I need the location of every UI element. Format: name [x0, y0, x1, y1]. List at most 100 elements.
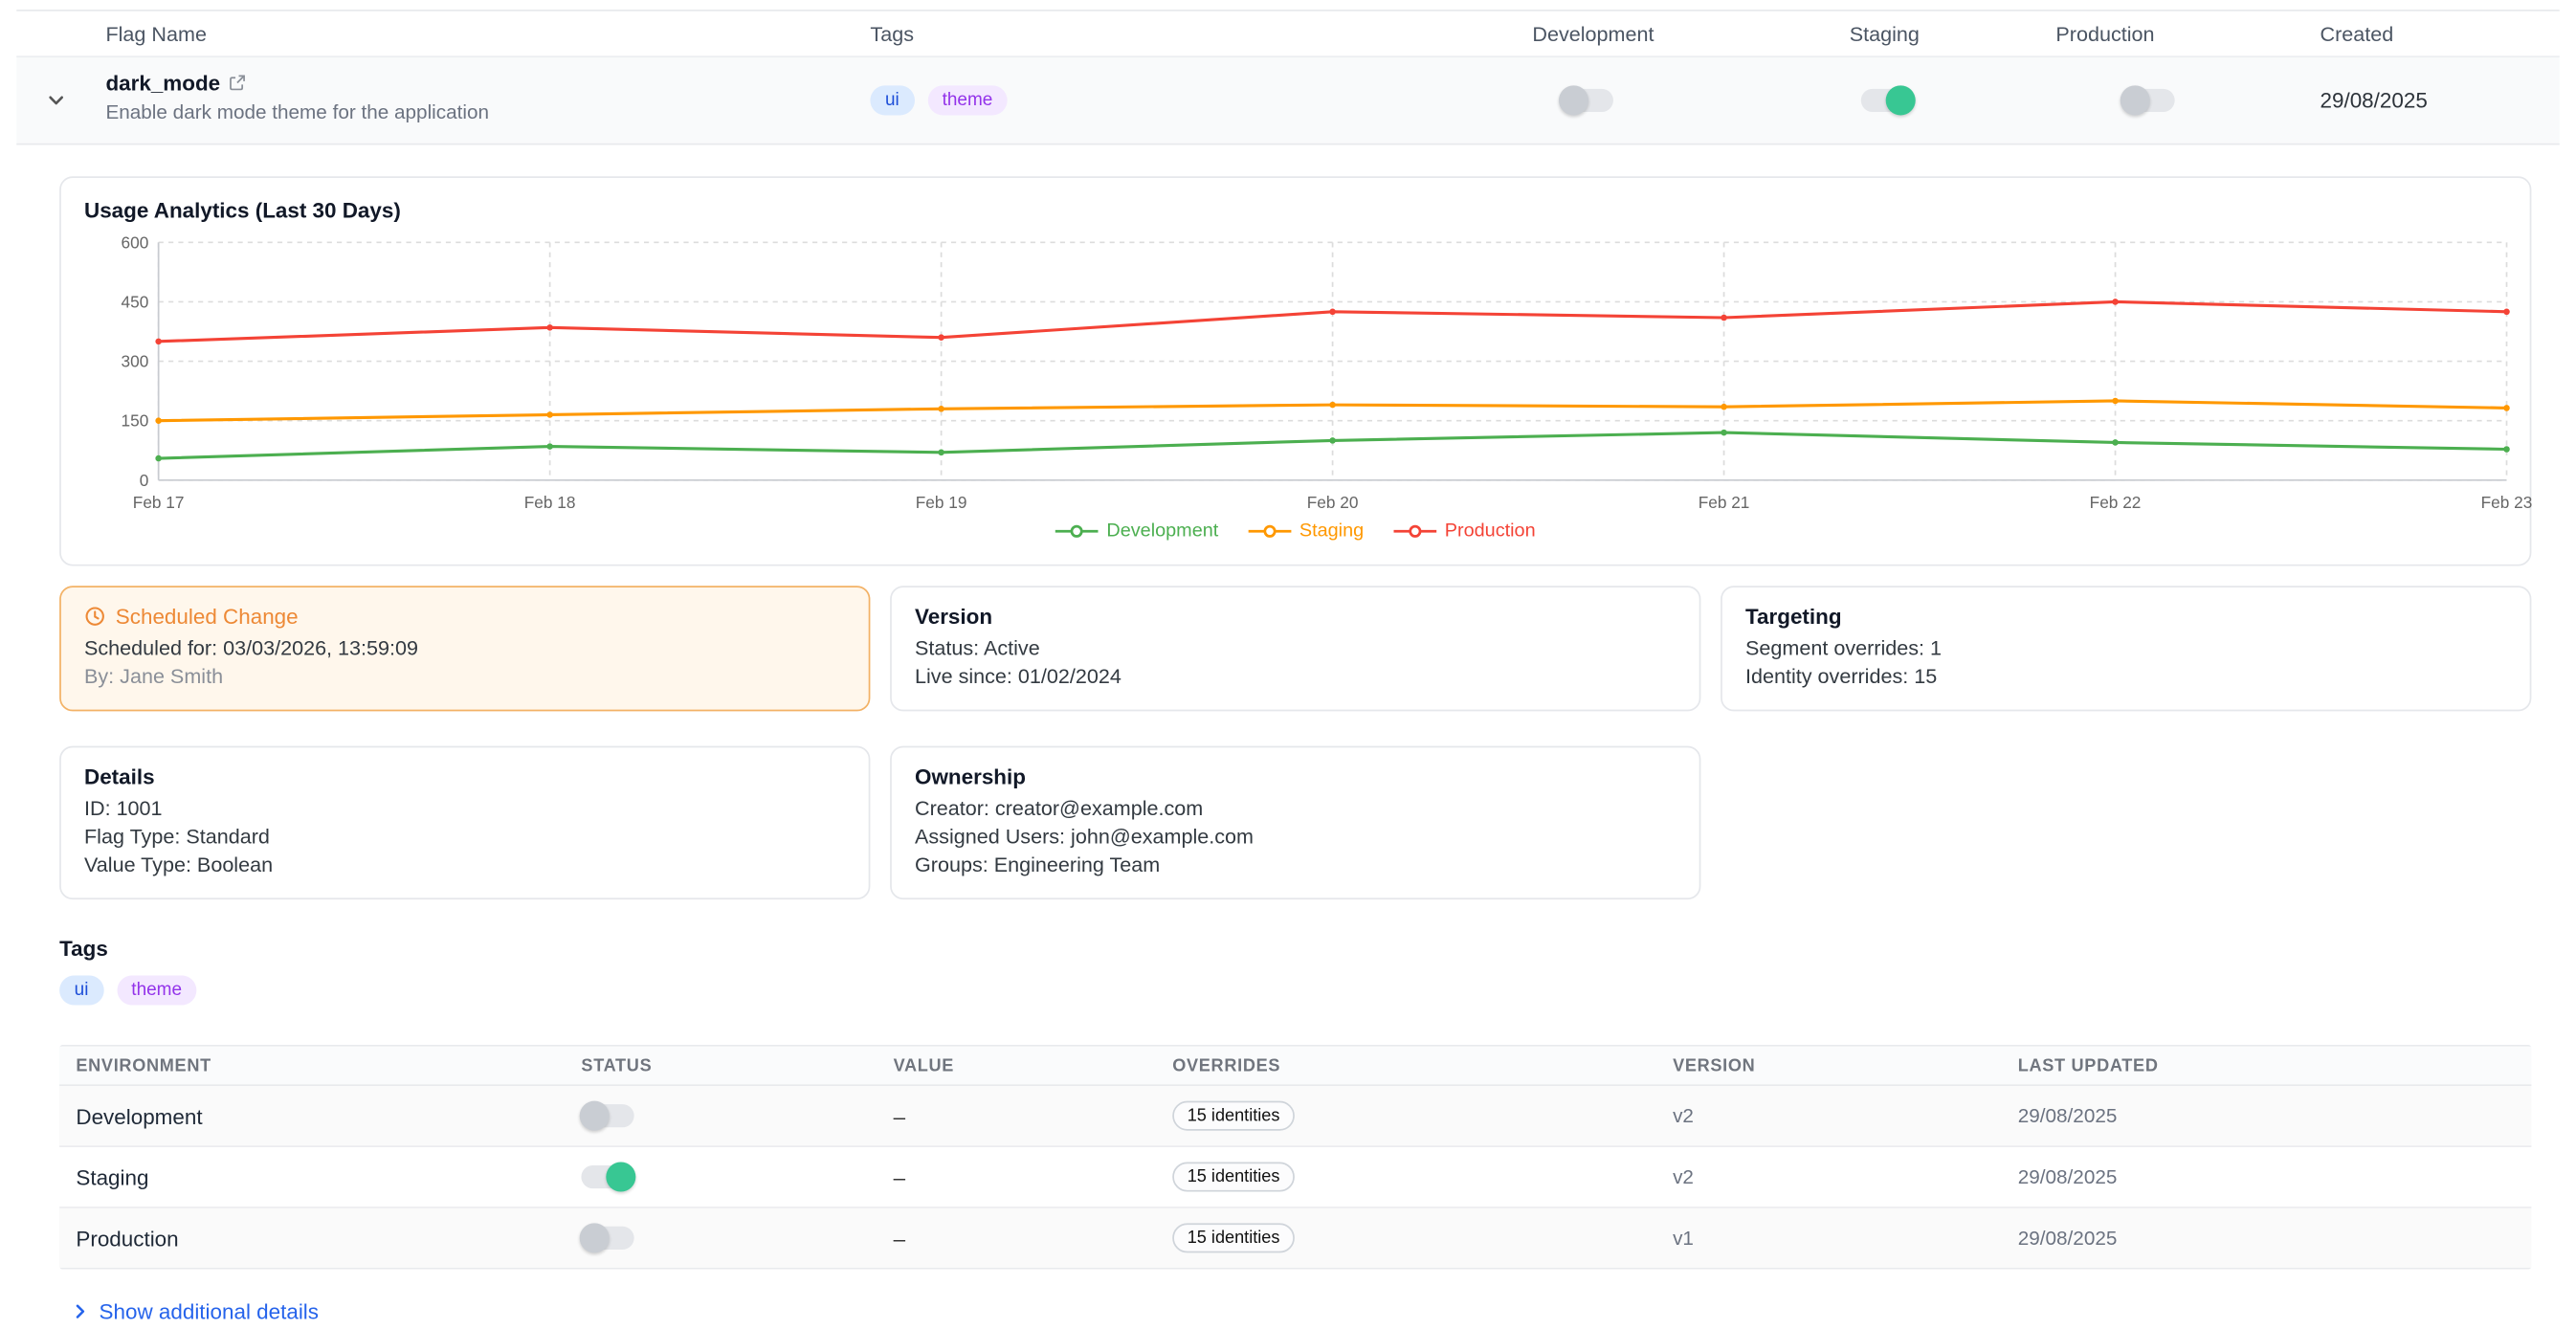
empty-cell	[1721, 746, 2531, 899]
environment-name: Staging	[59, 1164, 565, 1189]
col-created: Created	[2321, 22, 2394, 45]
usage-line-chart: 0150300450600Feb 17Feb 18Feb 19Feb 20Feb…	[84, 233, 2510, 517]
overrides-chip[interactable]: 15 identities	[1172, 1223, 1295, 1252]
scheduled-by: By: Jane Smith	[84, 665, 846, 688]
toggle-knob	[1886, 85, 1916, 115]
svg-text:Feb 23: Feb 23	[2481, 493, 2533, 512]
created-date: 29/08/2025	[2321, 88, 2428, 113]
targeting-card: Targeting Segment overrides: 1 Identity …	[1721, 586, 2531, 711]
development-status-toggle[interactable]	[581, 1104, 633, 1127]
targeting-title: Targeting	[1745, 604, 2507, 629]
svg-text:Feb 19: Feb 19	[916, 493, 967, 512]
legend-item-production[interactable]: Production	[1393, 521, 1535, 542]
info-cards-row-2: Details ID: 1001 Flag Type: Standard Val…	[59, 746, 2531, 899]
staging-toggle[interactable]	[1861, 89, 1914, 112]
svg-text:0: 0	[140, 471, 149, 490]
tag-theme: theme	[927, 85, 1008, 115]
info-cards-row-1: Scheduled Change Scheduled for: 03/03/20…	[59, 586, 2531, 711]
col-version: VERSION	[1656, 1055, 2002, 1075]
col-overrides: OVERRIDES	[1156, 1055, 1656, 1075]
groups: Groups: Engineering Team	[915, 853, 1677, 876]
show-additional-details-link[interactable]: Show additional details	[71, 1299, 319, 1324]
chevron-down-icon[interactable]	[46, 91, 66, 111]
env-row-staging: Staging – 15 identities v2 29/08/2025	[59, 1147, 2531, 1208]
ownership-title: Ownership	[915, 764, 1677, 789]
production-toggle[interactable]	[2121, 89, 2174, 112]
svg-text:300: 300	[122, 352, 149, 371]
legend-label: Staging	[1299, 521, 1364, 542]
scheduled-for: Scheduled for: 03/03/2026, 13:59:09	[84, 637, 846, 660]
staging-status-toggle[interactable]	[581, 1165, 633, 1188]
col-staging: Staging	[1850, 22, 1920, 45]
tag-ui: ui	[870, 85, 914, 115]
environment-table-header: ENVIRONMENT STATUS VALUE OVERRIDES VERSI…	[59, 1047, 2531, 1086]
col-status: STATUS	[565, 1055, 877, 1075]
svg-text:Feb 18: Feb 18	[524, 493, 576, 512]
tags-section-title: Tags	[59, 936, 2531, 961]
identity-overrides: Identity overrides: 15	[1745, 665, 2507, 688]
col-environment: ENVIRONMENT	[59, 1055, 565, 1075]
details-card: Details ID: 1001 Flag Type: Standard Val…	[59, 746, 870, 899]
overrides-chip[interactable]: 15 identities	[1172, 1162, 1295, 1191]
env-value: –	[877, 1103, 1156, 1128]
legend-label: Production	[1445, 521, 1536, 542]
flag-tags: ui theme	[870, 85, 1007, 115]
env-last-updated: 29/08/2025	[2001, 1165, 2531, 1188]
flag-name[interactable]: dark_mode	[105, 71, 220, 96]
col-value: VALUE	[877, 1055, 1156, 1075]
scheduled-change-card: Scheduled Change Scheduled for: 03/03/20…	[59, 586, 870, 711]
tags-section: ui theme	[59, 975, 2531, 1005]
flag-row[interactable]: dark_mode Enable dark mode theme for the…	[16, 55, 2559, 144]
toggle-knob	[580, 1223, 610, 1252]
env-last-updated: 29/08/2025	[2001, 1227, 2531, 1250]
flag-detail-panel: Usage Analytics (Last 30 Days) 015030045…	[0, 145, 2576, 1329]
env-version: v2	[1656, 1165, 2002, 1188]
env-last-updated: 29/08/2025	[2001, 1104, 2531, 1127]
svg-text:Feb 22: Feb 22	[2090, 493, 2142, 512]
svg-text:600: 600	[122, 233, 149, 252]
version-status: Status: Active	[915, 637, 1677, 660]
version-card: Version Status: Active Live since: 01/02…	[890, 586, 1700, 711]
env-version: v2	[1656, 1104, 2002, 1127]
chart-legend: Development Staging Production	[84, 521, 2507, 542]
env-version: v1	[1656, 1227, 2002, 1250]
environment-table: ENVIRONMENT STATUS VALUE OVERRIDES VERSI…	[59, 1045, 2531, 1270]
flag-description: Enable dark mode theme for the applicati…	[105, 100, 489, 123]
value-type: Value Type: Boolean	[84, 853, 846, 876]
legend-item-staging[interactable]: Staging	[1248, 521, 1364, 542]
development-toggle[interactable]	[1561, 89, 1613, 112]
overrides-chip[interactable]: 15 identities	[1172, 1101, 1295, 1131]
clock-icon	[84, 606, 105, 627]
svg-text:450: 450	[122, 292, 149, 311]
tag-ui: ui	[59, 975, 103, 1005]
assigned-users: Assigned Users: john@example.com	[915, 825, 1677, 848]
external-link-icon[interactable]	[229, 74, 247, 92]
legend-item-development[interactable]: Development	[1055, 521, 1218, 542]
svg-text:Feb 17: Feb 17	[133, 493, 185, 512]
creator: Creator: creator@example.com	[915, 797, 1677, 820]
ownership-card: Ownership Creator: creator@example.com A…	[890, 746, 1700, 899]
flag-type: Flag Type: Standard	[84, 825, 846, 848]
production-status-toggle[interactable]	[581, 1227, 633, 1250]
env-row-development: Development – 15 identities v2 29/08/202…	[59, 1086, 2531, 1147]
usage-analytics-card: Usage Analytics (Last 30 Days) 015030045…	[59, 176, 2531, 565]
version-title: Version	[915, 604, 1677, 629]
details-title: Details	[84, 764, 846, 789]
col-tags: Tags	[870, 22, 914, 45]
chevron-right-icon	[71, 1302, 89, 1320]
flag-table-header: Flag Name Tags Development Staging Produ…	[16, 11, 2559, 56]
version-live-since: Live since: 01/02/2024	[915, 665, 1677, 688]
svg-text:Feb 21: Feb 21	[1699, 493, 1750, 512]
toggle-knob	[1559, 85, 1588, 115]
segment-overrides: Segment overrides: 1	[1745, 637, 2507, 660]
flag-id: ID: 1001	[84, 797, 846, 820]
environment-name: Production	[59, 1226, 565, 1251]
analytics-title: Usage Analytics (Last 30 Days)	[84, 198, 2507, 223]
env-value: –	[877, 1226, 1156, 1251]
env-row-production: Production – 15 identities v1 29/08/2025	[59, 1208, 2531, 1268]
col-flag-name: Flag Name	[105, 22, 207, 45]
tag-theme: theme	[117, 975, 197, 1005]
scheduled-change-title: Scheduled Change	[116, 604, 299, 629]
environment-name: Development	[59, 1103, 565, 1128]
flag-table: Flag Name Tags Development Staging Produ…	[16, 10, 2559, 145]
